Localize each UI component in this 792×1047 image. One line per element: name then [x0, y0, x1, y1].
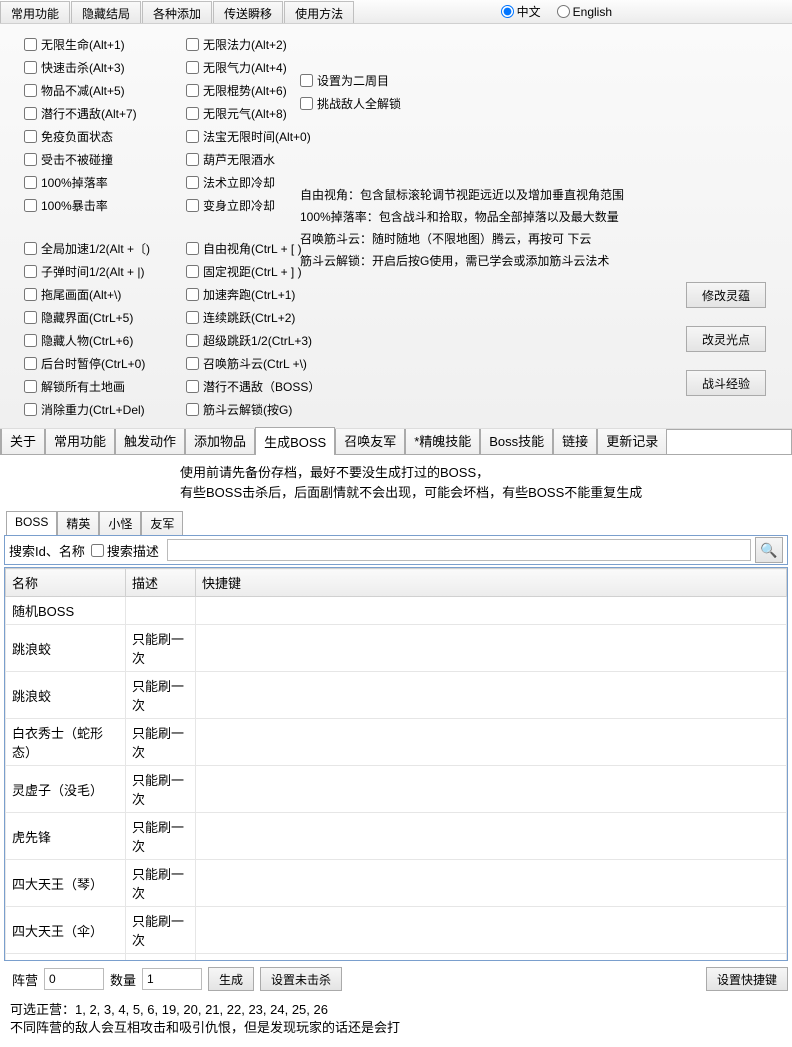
search-icon: 🔍 — [760, 542, 777, 558]
cheat-col2-4[interactable]: 法宝无限时间(Alt+0) — [186, 128, 320, 145]
cheat-col1-9[interactable]: 全局加速1/2(Alt +〔) — [24, 240, 150, 257]
filter-boss[interactable]: BOSS — [6, 511, 57, 535]
cheat-col1-13[interactable]: 隐藏人物(CtrL+6) — [24, 332, 150, 349]
th-hotkey[interactable]: 快捷键 — [196, 569, 787, 597]
set-hotkey-button[interactable]: 设置快捷键 — [706, 967, 788, 991]
cheat-col1-12[interactable]: 隐藏界面(CtrL+5) — [24, 309, 150, 326]
camp-input[interactable] — [44, 968, 104, 990]
cheat-panel: 无限生命(Alt+1) 快速击杀(Alt+3) 物品不减(Alt+5) 潜行不遇敌(A… — [0, 24, 792, 429]
right-chk-0[interactable]: 设置为二周目 — [300, 72, 401, 89]
camp-label: 阵营 — [12, 970, 38, 989]
search-button[interactable]: 🔍 — [755, 537, 783, 563]
cheat-col1-6[interactable]: 100%掉落率 — [24, 174, 150, 191]
cheat-col1-5[interactable]: 受击不被碰撞 — [24, 151, 150, 168]
th-name[interactable]: 名称 — [6, 569, 126, 597]
table-row[interactable]: 四大天王（龙）只能刷一次 — [6, 954, 787, 962]
table-row[interactable]: 跳浪蛟只能刷一次 — [6, 672, 787, 719]
cheat-col2-12[interactable]: 连续跳跃(CtrL+2) — [186, 309, 320, 326]
right-chk-1[interactable]: 挑战敌人全解锁 — [300, 95, 401, 112]
top-tab-2[interactable]: 各种添加 — [142, 1, 212, 23]
side-buttons: 修改灵蕴 改灵光点 战斗经验 — [686, 282, 766, 396]
table-row[interactable]: 灵虚子（没毛）只能刷一次 — [6, 766, 787, 813]
cheat-col1-14[interactable]: 后台时暂停(CtrL+0) — [24, 355, 150, 372]
set-unkilled-button[interactable]: 设置未击杀 — [260, 967, 342, 991]
filter-ally[interactable]: 友军 — [141, 511, 183, 535]
cheat-col1-10[interactable]: 子弹时间1/2(Alt + |) — [24, 263, 150, 280]
cheat-col1-16[interactable]: 消除重力(CtrL+Del) — [24, 401, 150, 418]
mid-tabs: 关于常用功能触发动作添加物品生成BOSS召唤友军*精魄技能Boss技能链接更新记… — [0, 429, 792, 455]
table-row[interactable]: 虎先锋只能刷一次 — [6, 813, 787, 860]
generate-button[interactable]: 生成 — [208, 967, 254, 991]
mid-tab-4[interactable]: 生成BOSS — [255, 427, 335, 455]
notice-text: 使用前请先备份存档，最好不要没生成打过的BOSS， 有些BOSS击杀后，后面剧情… — [0, 455, 792, 511]
mid-tab-2[interactable]: 触发动作 — [115, 426, 185, 454]
footer-text: 可选正营：1, 2, 3, 4, 5, 6, 19, 20, 21, 22, 2… — [0, 995, 792, 1047]
cheat-col-1: 无限生命(Alt+1) 快速击杀(Alt+3) 物品不减(Alt+5) 潜行不遇敌(A… — [0, 34, 162, 420]
th-desc[interactable]: 描述 — [126, 569, 196, 597]
cheat-col1-3[interactable]: 潜行不遇敌(Alt+7) — [24, 105, 150, 122]
cheat-col2-13[interactable]: 超级跳跃1/2(CtrL+3) — [186, 332, 320, 349]
btn-exp[interactable]: 战斗经验 — [686, 370, 766, 396]
qty-input[interactable] — [142, 968, 202, 990]
lang-en[interactable]: English — [557, 3, 612, 20]
filter-elite[interactable]: 精英 — [57, 511, 99, 535]
top-tab-3[interactable]: 传送瞬移 — [213, 1, 283, 23]
search-input[interactable] — [167, 539, 751, 561]
cheat-col1-7[interactable]: 100%暴击率 — [24, 197, 150, 214]
mid-tab-9[interactable]: 更新记录 — [597, 426, 667, 454]
cheat-col2-15[interactable]: 潜行不遇敌（BOSS） — [186, 378, 320, 395]
bottom-bar: 阵营 数量 生成 设置未击杀 设置快捷键 — [0, 961, 792, 995]
cheat-col1-1[interactable]: 快速击杀(Alt+3) — [24, 59, 150, 76]
table-row[interactable]: 白衣秀士（蛇形态）只能刷一次 — [6, 719, 787, 766]
mid-tab-6[interactable]: *精魄技能 — [405, 426, 480, 454]
btn-lingyun[interactable]: 修改灵蕴 — [686, 282, 766, 308]
cheat-col2-0[interactable]: 无限法力(Alt+2) — [186, 36, 320, 53]
top-tab-1[interactable]: 隐藏结局 — [71, 1, 141, 23]
cheat-col1-0[interactable]: 无限生命(Alt+1) — [24, 36, 150, 53]
search-bar: 搜索Id、名称 搜索描述 🔍 — [4, 535, 788, 565]
top-tab-0[interactable]: 常用功能 — [0, 1, 70, 23]
mid-tab-3[interactable]: 添加物品 — [185, 426, 255, 454]
table-row[interactable]: 跳浪蛟只能刷一次 — [6, 625, 787, 672]
cheat-col2-14[interactable]: 召唤筋斗云(CtrL +\) — [186, 355, 320, 372]
qty-label: 数量 — [110, 970, 136, 989]
cheat-col1-4[interactable]: 免疫负面状态 — [24, 128, 150, 145]
filter-mob[interactable]: 小怪 — [99, 511, 141, 535]
mid-tab-7[interactable]: Boss技能 — [480, 426, 553, 454]
table-row[interactable]: 随机BOSS — [6, 597, 787, 625]
mid-tab-8[interactable]: 链接 — [553, 426, 597, 454]
cheat-col1-15[interactable]: 解锁所有土地画 — [24, 378, 150, 395]
language-radio: 中文 English — [501, 3, 612, 20]
right-checks: 设置为二周目 挑战敌人全解锁 — [300, 72, 401, 118]
btn-lingguang[interactable]: 改灵光点 — [686, 326, 766, 352]
search-desc-chk[interactable]: 搜索描述 — [91, 541, 159, 560]
table-row[interactable]: 四大天王（伞）只能刷一次 — [6, 907, 787, 954]
mid-tab-1[interactable]: 常用功能 — [45, 426, 115, 454]
mid-tab-5[interactable]: 召唤友军 — [335, 426, 405, 454]
table-row[interactable]: 四大天王（琴）只能刷一次 — [6, 860, 787, 907]
top-tabs: 常用功能 隐藏结局 各种添加 传送瞬移 使用方法 中文 English — [0, 0, 792, 24]
help-text: 自由视角：包含鼠标滚轮调节视距远近以及增加垂直视角范围 100%掉落率：包含战斗… — [300, 184, 624, 272]
mid-tab-0[interactable]: 关于 — [1, 426, 45, 454]
filter-tabs: BOSS 精英 小怪 友军 — [0, 511, 792, 535]
boss-grid[interactable]: 名称 描述 快捷键 随机BOSS跳浪蛟只能刷一次跳浪蛟只能刷一次白衣秀士（蛇形态… — [4, 567, 788, 961]
cheat-col1-11[interactable]: 拖尾画面(Alt+\) — [24, 286, 150, 303]
cheat-col2-5[interactable]: 葫芦无限酒水 — [186, 151, 320, 168]
cheat-col1-2[interactable]: 物品不减(Alt+5) — [24, 82, 150, 99]
cheat-col2-11[interactable]: 加速奔跑(CtrL+1) — [186, 286, 320, 303]
cheat-col2-16[interactable]: 筋斗云解锁(按G) — [186, 401, 320, 418]
top-tab-4[interactable]: 使用方法 — [284, 1, 354, 23]
search-label: 搜索Id、名称 — [9, 541, 85, 560]
lang-zh[interactable]: 中文 — [501, 3, 541, 20]
